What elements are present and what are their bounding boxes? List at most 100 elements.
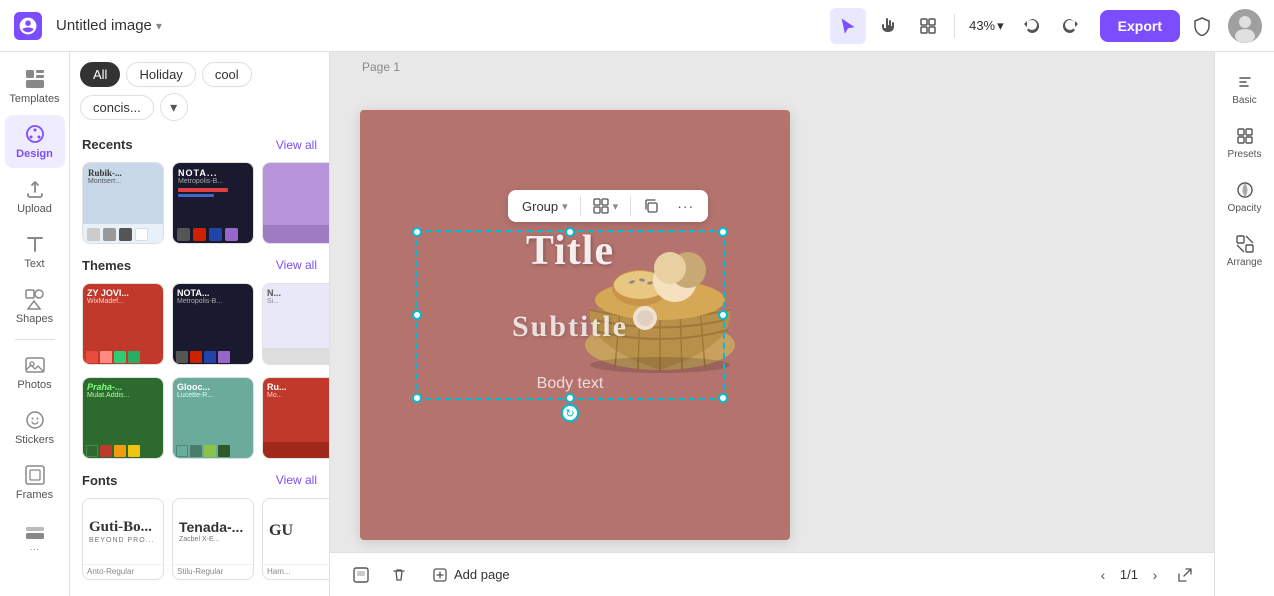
theme-card-2[interactable]: NOTA... Metropolis-B... <box>172 283 254 365</box>
add-page-label: Add page <box>454 567 510 582</box>
undo-button[interactable] <box>1014 8 1050 44</box>
recent-card-2[interactable]: NOTA... Metropolis-B... <box>172 162 254 244</box>
theme-card-5[interactable]: Glooc... Lucette-R... <box>172 377 254 459</box>
theme-card-3[interactable]: N... Si... <box>262 283 329 365</box>
resize-handle-br[interactable] <box>718 393 728 403</box>
sidebar-item-design[interactable]: Design <box>5 115 65 168</box>
group-toolbar-divider-1 <box>580 196 581 216</box>
recent-card-1[interactable]: Rubik-... Montserr... <box>82 162 164 244</box>
right-panel-arrange-label: Arrange <box>1227 257 1263 268</box>
sidebar-item-frames[interactable]: Frames <box>5 456 65 509</box>
filter-all[interactable]: All <box>80 62 120 87</box>
document-title: Untitled image <box>56 17 152 34</box>
group-chevron-icon: ▾ <box>562 200 568 213</box>
recent-card-3[interactable] <box>262 162 329 244</box>
sidebar-item-photos-label: Photos <box>17 379 51 391</box>
resize-handle-bm[interactable] <box>565 393 575 403</box>
zoom-value: 43% <box>969 18 995 33</box>
delete-page-button[interactable] <box>384 560 414 590</box>
recents-title: Recents <box>82 137 133 152</box>
page-thumbnail-button[interactable] <box>346 560 376 590</box>
right-panel-opacity-label: Opacity <box>1228 203 1262 214</box>
right-panel-presets[interactable]: Presets <box>1219 118 1271 168</box>
group-more-button[interactable]: ··· <box>669 194 702 218</box>
canvas-subtitle-text[interactable]: Subtitle <box>415 310 725 344</box>
group-toolbar-divider-2 <box>630 196 631 216</box>
document-title-area[interactable]: Untitled image ▾ <box>56 17 162 34</box>
fonts-section-header: Fonts View all <box>70 467 329 494</box>
group-layout-button[interactable]: ▾ <box>585 194 627 218</box>
layout-chevron-icon: ▾ <box>613 200 619 213</box>
sidebar-item-shapes[interactable]: Shapes <box>5 280 65 333</box>
right-panel-arrange[interactable]: Arrange <box>1219 226 1271 276</box>
fonts-card-row: Guti-Bo... BEYOND PRO... Anto-Regular Te… <box>70 494 329 586</box>
right-panel-basic[interactable]: Basic <box>1219 64 1271 114</box>
canvas-body-text[interactable]: Body text <box>415 375 725 393</box>
undo-redo-group <box>1014 8 1088 44</box>
page-prev-button[interactable]: ‹ <box>1090 562 1116 588</box>
group-label-button[interactable]: Group ▾ <box>514 195 576 218</box>
filter-concise[interactable]: concis... <box>80 95 154 120</box>
theme-card-4[interactable]: Praha-... Mulat.Addis... <box>82 377 164 459</box>
font-card-1[interactable]: Guti-Bo... BEYOND PRO... Anto-Regular <box>82 498 164 580</box>
recents-view-all[interactable]: View all <box>276 138 317 152</box>
left-panel: All Holiday cool concis... ▾ Recents Vie… <box>70 52 330 596</box>
tool-pointer-button[interactable] <box>830 8 866 44</box>
sidebar-item-upload-label: Upload <box>17 203 52 215</box>
canvas-scroll[interactable]: Page 1 <box>330 52 1214 552</box>
sidebar-item-more-label: ··· <box>30 544 40 555</box>
sidebar-item-photos[interactable]: Photos <box>5 346 65 399</box>
themes-section-header: Themes View all <box>70 252 329 279</box>
nav-divider <box>15 339 55 340</box>
title-chevron-icon[interactable]: ▾ <box>156 19 162 33</box>
sidebar-item-stickers[interactable]: Stickers <box>5 401 65 454</box>
font-card-3-sub: Ham... <box>263 564 329 579</box>
filter-bar: All Holiday cool concis... ▾ <box>70 62 329 131</box>
theme-card-6[interactable]: Ru... Mo... <box>262 377 329 459</box>
canvas-title-text[interactable]: Title <box>415 230 725 272</box>
zoom-button[interactable]: 43% ▾ <box>963 14 1010 38</box>
rotate-handle[interactable]: ↻ <box>561 404 579 422</box>
export-button[interactable]: Export <box>1100 10 1180 42</box>
expand-button[interactable] <box>1172 562 1198 588</box>
page-label: Page 1 <box>362 60 400 74</box>
left-nav: Templates Design Upload Text Shapes Phot… <box>0 52 70 596</box>
shield-button[interactable] <box>1184 8 1220 44</box>
canvas-page[interactable]: ↻ Title Subtitle Body text Group ▾ ▾ <box>360 110 790 540</box>
resize-handle-bl[interactable] <box>412 393 422 403</box>
themes-title: Themes <box>82 258 131 273</box>
theme-card-1[interactable]: ZY JOVI... WixMadef... <box>82 283 164 365</box>
tool-hand-button[interactable] <box>870 8 906 44</box>
sidebar-item-frames-label: Frames <box>16 489 53 501</box>
user-avatar[interactable] <box>1228 9 1262 43</box>
sidebar-item-more[interactable]: ··· <box>5 511 65 563</box>
more-icon: ··· <box>677 198 694 214</box>
fonts-view-all[interactable]: View all <box>276 473 317 487</box>
page-next-button[interactable]: › <box>1142 562 1168 588</box>
right-panel-opacity[interactable]: Opacity <box>1219 172 1271 222</box>
sidebar-item-text[interactable]: Text <box>5 225 65 278</box>
redo-button[interactable] <box>1052 8 1088 44</box>
filter-holiday[interactable]: Holiday <box>126 62 195 87</box>
group-copy-button[interactable] <box>635 194 667 218</box>
themes-view-all[interactable]: View all <box>276 258 317 272</box>
font-card-1-sub: Anto-Regular <box>83 564 163 579</box>
topbar: Untitled image ▾ 43% ▾ Export <box>0 0 1274 52</box>
zoom-chevron-icon: ▾ <box>997 18 1004 34</box>
group-toolbar: Group ▾ ▾ ··· <box>508 190 708 222</box>
toolbar-tools: 43% ▾ Export <box>830 8 1262 44</box>
recents-card-row: Rubik-... Montserr... NOTA... <box>70 158 329 252</box>
add-page-button[interactable]: Add page <box>422 563 520 587</box>
tool-grid-button[interactable] <box>910 8 946 44</box>
page-indicator: 1/1 <box>1120 567 1138 582</box>
font-card-3[interactable]: GU Ham... <box>262 498 329 580</box>
page-navigation: ‹ 1/1 › <box>1090 562 1198 588</box>
sidebar-item-templates-label: Templates <box>9 93 59 105</box>
recents-section-header: Recents View all <box>70 131 329 158</box>
app-logo[interactable] <box>12 10 44 42</box>
sidebar-item-templates[interactable]: Templates <box>5 60 65 113</box>
filter-more-button[interactable]: ▾ <box>160 93 188 121</box>
font-card-2[interactable]: Tenada-... Zacbel X-E... Stilu-Regular <box>172 498 254 580</box>
sidebar-item-upload[interactable]: Upload <box>5 170 65 223</box>
filter-cool[interactable]: cool <box>202 62 252 87</box>
